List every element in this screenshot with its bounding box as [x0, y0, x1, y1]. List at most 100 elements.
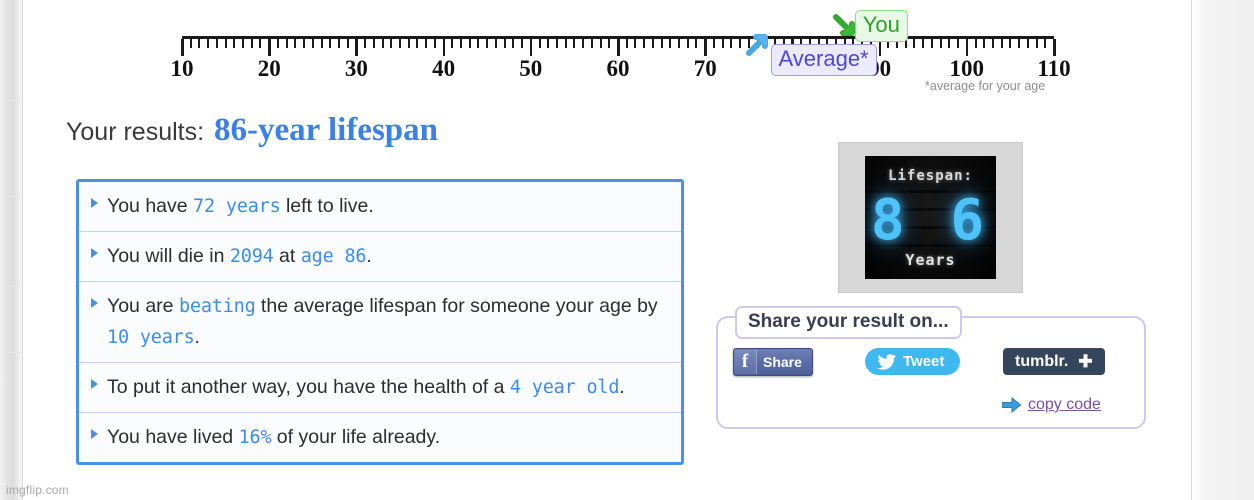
- fact-highlight: 10 years: [107, 327, 195, 348]
- ruler-tick-minor: [1044, 39, 1047, 48]
- fact-text: To put it another way, you have the heal…: [107, 376, 510, 398]
- ruler-tick-minor: [686, 39, 689, 48]
- fact-highlight: 2094: [229, 246, 274, 267]
- ruler-tick-minor: [948, 39, 951, 48]
- fact-text: of your life already.: [271, 426, 441, 448]
- fact-text: .: [366, 245, 372, 267]
- ruler-tick-label: 70: [693, 56, 717, 81]
- plus-icon: ✚: [1078, 351, 1093, 371]
- tumblr-label: tumblr.: [1015, 352, 1069, 370]
- fact-text: You have lived: [107, 426, 239, 448]
- arrow-right-icon: [1002, 397, 1021, 413]
- ruler-tick-minor: [276, 39, 279, 48]
- twitter-bird-icon: [877, 353, 896, 370]
- ruler-tick-minor: [215, 39, 218, 48]
- ruler-tick-label: 20: [257, 56, 281, 81]
- ruler-tick-minor: [634, 39, 637, 48]
- ruler-tick-minor: [573, 39, 576, 48]
- fact-highlight: beating: [178, 296, 256, 317]
- ruler-tick-minor: [712, 39, 715, 48]
- ruler-tick-label: 50: [519, 56, 543, 81]
- ruler-tick-minor: [538, 39, 541, 48]
- ruler-tick-minor: [337, 39, 340, 48]
- ruler-tick-minor: [311, 39, 314, 48]
- ruler-tick-minor: [590, 39, 593, 48]
- ruler-tick-minor: [991, 39, 994, 48]
- results-value: 86-year lifespan: [214, 112, 439, 148]
- badge-screen: Lifespan: 8 6 Years: [865, 156, 996, 279]
- ruler-tick-minor: [1009, 39, 1012, 48]
- facebook-icon: f: [734, 350, 757, 374]
- copy-code-link[interactable]: copy code: [1028, 396, 1101, 414]
- ruler-tick-minor: [242, 39, 245, 48]
- page-root: imgflip.com 102030405060708090100110 You…: [0, 0, 1254, 500]
- fact-text: You have: [107, 195, 194, 217]
- fact-highlight: 72 years: [193, 196, 281, 217]
- ruler-tick-minor: [425, 39, 428, 48]
- fact-highlight: 16%: [238, 427, 272, 448]
- tumblr-share-button[interactable]: tumblr. ✚: [1003, 348, 1105, 375]
- fact-text: left to live.: [280, 195, 374, 217]
- ruler-tick-minor: [494, 39, 497, 48]
- ruler-tick-minor: [346, 39, 349, 48]
- ruler-tick-minor: [974, 39, 977, 48]
- ruler-tick-minor: [669, 39, 672, 48]
- ruler-tick-minor: [922, 39, 925, 48]
- ruler-tick-minor: [721, 39, 724, 48]
- bullet-triangle-icon: [91, 379, 98, 389]
- ruler-tick-minor: [651, 39, 654, 48]
- fact-text: the average lifespan for someone your ag…: [255, 295, 658, 317]
- facebook-share-button[interactable]: f Share: [733, 348, 813, 376]
- ruler-tick-minor: [233, 39, 236, 48]
- fact-highlight: age 86: [300, 246, 367, 267]
- ruler-tick-minor: [695, 39, 698, 48]
- badge-bottom-label: Years: [905, 251, 956, 269]
- ruler-tick-minor: [599, 39, 602, 48]
- ruler-tick-minor: [224, 39, 227, 48]
- lifespan-ruler: 102030405060708090100110 You Average* *a…: [0, 0, 1254, 100]
- ruler-tick-major: [268, 39, 271, 56]
- ruler-tick-label: 30: [344, 56, 368, 81]
- ruler-tick-major: [617, 39, 620, 56]
- twitter-tweet-button[interactable]: Tweet: [865, 348, 961, 375]
- badge-number: 8 6: [870, 188, 991, 253]
- ruler-tick-minor: [521, 39, 524, 48]
- ruler-tick-minor: [381, 39, 384, 48]
- ruler-tick-minor: [416, 39, 419, 48]
- ruler-footnote: *average for your age: [925, 79, 1046, 93]
- ruler-tick-major: [355, 39, 358, 56]
- ruler-tick-minor: [608, 39, 611, 48]
- ruler-tick-minor: [625, 39, 628, 48]
- twitter-tweet-label: Tweet: [903, 353, 945, 370]
- ruler-tick-minor: [1018, 39, 1021, 48]
- badge-top-label: Lifespan:: [888, 168, 973, 184]
- ruler-tick-minor: [189, 39, 192, 48]
- results-label: Your results:: [66, 118, 205, 146]
- fact-highlight: 4 year old: [509, 377, 620, 398]
- ruler-tick-major: [965, 39, 969, 56]
- fact-row: You will die in 2094 at age 86.: [79, 232, 681, 282]
- ruler-tick-minor: [1000, 39, 1003, 48]
- ruler-tick-minor: [329, 39, 332, 48]
- ruler-tick-minor: [555, 39, 558, 48]
- ruler-tick-minor: [486, 39, 489, 48]
- copy-code-row[interactable]: copy code: [1002, 396, 1101, 414]
- ruler-tick-label: 10: [170, 56, 194, 81]
- ruler-tick-minor: [547, 39, 550, 48]
- ruler-tick-minor: [259, 39, 262, 48]
- ruler-tick-minor: [1035, 39, 1038, 48]
- fact-text: .: [619, 376, 625, 398]
- ruler-tick-major: [181, 39, 184, 56]
- ruler-tick-major: [529, 39, 533, 56]
- fact-row: You have 72 years left to live.: [79, 182, 681, 232]
- ruler-tick-label: 60: [606, 56, 630, 81]
- ruler-tick-minor: [451, 39, 454, 48]
- ruler-tick-minor: [468, 39, 471, 48]
- bullet-triangle-icon: [91, 298, 98, 308]
- fact-text: at: [273, 245, 301, 267]
- ruler-tick-minor: [399, 39, 401, 48]
- ruler-tick-minor: [913, 39, 916, 48]
- ruler-tick-minor: [364, 39, 367, 48]
- ruler-tick-major: [1053, 39, 1056, 56]
- fact-row: You are beating the average lifespan for…: [79, 282, 681, 363]
